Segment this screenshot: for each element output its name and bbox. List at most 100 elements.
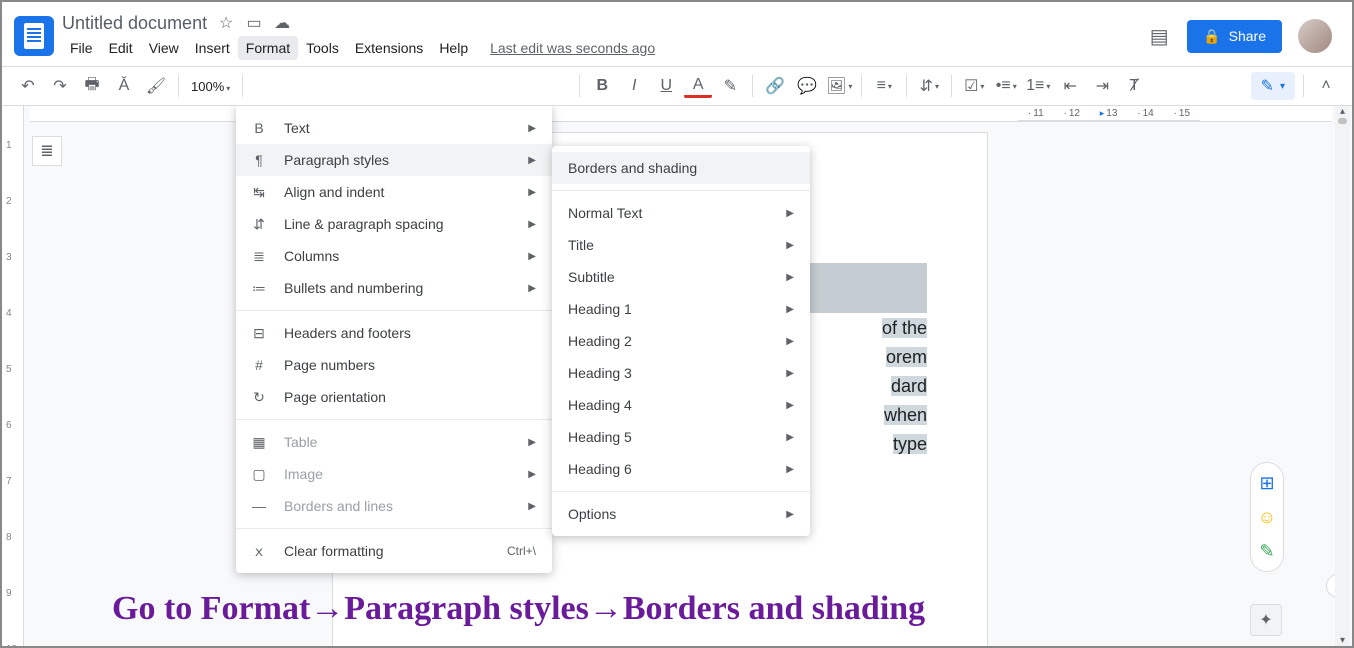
underline-button[interactable]: U <box>652 72 680 100</box>
undo-button[interactable]: ↶ <box>14 72 42 100</box>
menu-extensions[interactable]: Extensions <box>347 36 431 60</box>
format-item-columns[interactable]: ≣Columns▶ <box>236 240 552 272</box>
paragraph-style-heading-[interactable]: Heading 2▶ <box>552 325 810 357</box>
scroll-thumb[interactable] <box>1338 118 1347 124</box>
insert-link-button[interactable]: 🔗 <box>761 72 789 100</box>
submenu-label: Subtitle <box>568 269 615 285</box>
canvas-area: 12345678910 ≣ of the orem dard when type… <box>2 106 1352 646</box>
menu-item-label: Page orientation <box>284 389 386 405</box>
menu-format[interactable]: Format <box>238 36 298 60</box>
format-item-clear-formatting[interactable]: ｘClear formattingCtrl+\ <box>236 535 552 567</box>
paint-format-button[interactable]: 🖌 <box>142 72 170 100</box>
clear-formatting-button[interactable]: Ⱦ <box>1120 72 1148 100</box>
editing-mode-button[interactable]: ✎▾ <box>1251 72 1295 100</box>
explore-button[interactable]: ✦ <box>1250 604 1282 636</box>
comment-history-icon[interactable]: ▤ <box>1147 24 1171 48</box>
cloud-icon[interactable]: ☁ <box>273 14 291 32</box>
menu-item-label: Borders and lines <box>284 498 393 514</box>
suggest-edits-icon[interactable]: ✎ <box>1257 541 1277 561</box>
menu-edit[interactable]: Edit <box>101 36 141 60</box>
add-comment-icon[interactable]: ⊞ <box>1257 473 1277 493</box>
format-item-paragraph-styles[interactable]: ¶Paragraph styles▶ <box>236 144 552 176</box>
chevron-right-icon: ▶ <box>786 368 794 379</box>
paragraph-style-heading-[interactable]: Heading 1▶ <box>552 293 810 325</box>
avatar[interactable] <box>1298 19 1332 53</box>
text-color-button[interactable]: A <box>684 74 712 98</box>
menu-file[interactable]: File <box>62 36 101 60</box>
menu-item-icon: ↹ <box>250 184 268 201</box>
menu-view[interactable]: View <box>141 36 187 60</box>
toolbar: ↶ ↷ 🖶 Ǎ 🖌 100% B I U A ✎ 🔗 💬 🖼 ≡ ⇵ ☑ •≡ … <box>2 66 1352 106</box>
paragraph-style-subtitle[interactable]: Subtitle▶ <box>552 261 810 293</box>
increase-indent-button[interactable]: ⇥ <box>1088 72 1116 100</box>
insert-image-button[interactable]: 🖼 <box>825 72 853 100</box>
outline-toggle-button[interactable]: ≣ <box>32 136 62 166</box>
format-item-line-paragraph-spacing[interactable]: ⇵Line & paragraph spacing▶ <box>236 208 552 240</box>
format-item-bullets-and-numbering[interactable]: ≔Bullets and numbering▶ <box>236 272 552 304</box>
paragraph-style-heading-[interactable]: Heading 6▶ <box>552 453 810 485</box>
format-item-page-orientation[interactable]: ↻Page orientation <box>236 381 552 413</box>
paragraph-style-heading-[interactable]: Heading 5▶ <box>552 421 810 453</box>
annotation-text: Go to Format→Paragraph styles→Borders an… <box>112 590 925 628</box>
format-menu-dropdown: B Text ▶ ¶Paragraph styles▶ ↹ Align and inden… <box>236 106 552 573</box>
format-item-text[interactable]: BText▶ <box>236 112 552 144</box>
menu-item-label: Align and indent <box>284 184 384 200</box>
highlight-button[interactable]: ✎ <box>716 72 744 100</box>
move-icon[interactable]: ▭ <box>245 14 263 32</box>
chevron-right-icon: ▶ <box>786 240 794 251</box>
star-icon[interactable]: ☆ <box>217 14 235 32</box>
format-item-page-numbers[interactable]: #Page numbers <box>236 349 552 381</box>
hide-menus-button[interactable]: ˄ <box>1312 72 1340 100</box>
paragraph-style-borders-and-shading[interactable]: Borders and shading <box>552 152 810 184</box>
menu-tools[interactable]: Tools <box>298 36 347 60</box>
chevron-right-icon: ▶ <box>528 437 536 448</box>
docs-logo[interactable] <box>14 16 54 56</box>
titlebar: Untitled document ☆ ▭ ☁ FileEditViewInse… <box>2 2 1352 66</box>
text-line: of the <box>882 318 927 338</box>
chevron-right-icon: ▶ <box>528 283 536 294</box>
menu-item-label: Clear formatting <box>284 543 384 559</box>
line-spacing-button[interactable]: ⇵ <box>915 72 943 100</box>
doc-title[interactable]: Untitled document <box>62 13 207 34</box>
print-button[interactable]: 🖶 <box>78 72 106 100</box>
decrease-indent-button[interactable]: ⇤ <box>1056 72 1084 100</box>
menu-help[interactable]: Help <box>431 36 476 60</box>
menu-item-icon: ≣ <box>250 248 268 265</box>
share-button[interactable]: 🔒 Share <box>1187 20 1282 53</box>
insert-comment-button[interactable]: 💬 <box>793 72 821 100</box>
format-item-image: ▢Image▶ <box>236 458 552 490</box>
menu-item-icon: ▦ <box>250 434 268 451</box>
submenu-label: Options <box>568 506 616 522</box>
spellcheck-button[interactable]: Ǎ <box>110 72 138 100</box>
paragraph-style-options[interactable]: Options▶ <box>552 498 810 530</box>
paragraph-style-heading-[interactable]: Heading 4▶ <box>552 389 810 421</box>
bold-button[interactable]: B <box>588 72 616 100</box>
paragraph-style-title[interactable]: Title▶ <box>552 229 810 261</box>
align-button[interactable]: ≡ <box>870 72 898 100</box>
menu-item-icon: B <box>250 120 268 136</box>
italic-button[interactable]: I <box>620 72 648 100</box>
checklist-button[interactable]: ☑ <box>960 72 988 100</box>
menu-insert[interactable]: Insert <box>187 36 238 60</box>
vertical-ruler[interactable]: 12345678910 <box>2 106 24 646</box>
chevron-right-icon: ▶ <box>528 219 536 230</box>
menu-item-label: Text <box>284 120 310 136</box>
scroll-down-icon[interactable]: ▾ <box>1335 635 1350 646</box>
pencil-icon: ✎ <box>1261 76 1274 96</box>
paragraph-style-heading-[interactable]: Heading 3▶ <box>552 357 810 389</box>
submenu-label: Heading 1 <box>568 301 632 317</box>
redo-button[interactable]: ↷ <box>46 72 74 100</box>
share-label: Share <box>1229 28 1266 44</box>
format-item-align-and-indent[interactable]: ↹Align and indent▶ <box>236 176 552 208</box>
vertical-scrollbar[interactable]: ▴ ▾ <box>1335 106 1350 646</box>
last-edit-link[interactable]: Last edit was seconds ago <box>490 40 655 56</box>
text-line: orem <box>886 347 927 367</box>
bulleted-list-button[interactable]: •≡ <box>992 72 1020 100</box>
zoom-select[interactable]: 100% <box>187 79 234 94</box>
numbered-list-button[interactable]: 1≡ <box>1024 72 1052 100</box>
scroll-up-icon[interactable]: ▴ <box>1335 106 1350 117</box>
format-item-headers-and-footers[interactable]: ⊟Headers and footers <box>236 317 552 349</box>
submenu-label: Heading 5 <box>568 429 632 445</box>
paragraph-style-normal-text[interactable]: Normal Text▶ <box>552 197 810 229</box>
emoji-reaction-icon[interactable]: ☺ <box>1257 507 1277 527</box>
